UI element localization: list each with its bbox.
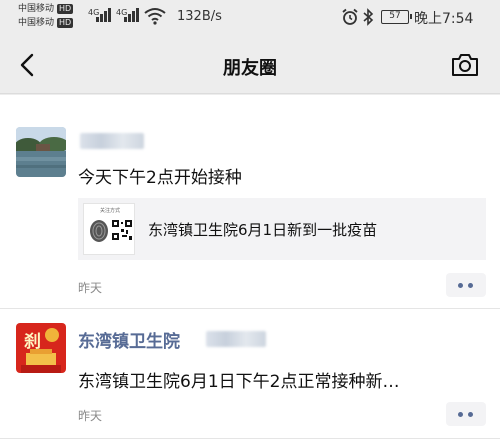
signal-icon	[96, 8, 114, 22]
post-time: 昨天	[78, 281, 103, 295]
avatar[interactable]: 刹	[16, 323, 66, 373]
carrier-1: 中国移动 HD	[18, 4, 74, 15]
share-title: 东湾镇卫生院6月1日新到一批疫苗	[148, 221, 378, 239]
blurred-author-suffix	[206, 331, 266, 347]
hd-badge-1: HD	[57, 4, 74, 14]
more-actions-button[interactable]	[446, 402, 486, 426]
battery-level: 57	[389, 11, 401, 21]
avatar-text: 刹	[24, 332, 41, 352]
share-thumbnail: 关注方式	[83, 203, 135, 255]
alarm-icon	[342, 8, 358, 25]
battery-icon: 57	[381, 10, 412, 24]
avatar[interactable]	[16, 127, 66, 177]
page-title: 朋友圈	[223, 58, 277, 79]
post-divider	[0, 308, 500, 309]
more-actions-button[interactable]	[446, 273, 486, 297]
navigation-bar: 朋友圈	[0, 36, 500, 94]
signal-icon	[124, 8, 142, 22]
carrier-1-label: 中国移动	[18, 4, 55, 14]
post-text: 东湾镇卫生院6月1日下午2点正常接种新…	[78, 372, 400, 392]
wifi-icon	[144, 8, 166, 25]
network-speed: 132B/s	[177, 9, 222, 24]
status-bar: 中国移动 HD 中国移动 HD 4G 4G 132B/s 57 晚上7:54	[0, 0, 500, 36]
fingerprint-icon	[90, 220, 108, 242]
thumb-label: 关注方式	[99, 208, 120, 214]
landscape-avatar-image	[16, 127, 66, 177]
qr-code-icon	[112, 220, 132, 240]
blurred-author-name	[80, 133, 144, 149]
camera-icon[interactable]	[450, 51, 480, 79]
post-divider	[0, 438, 500, 439]
post-author-name[interactable]: 东湾镇卫生院	[78, 327, 180, 352]
carrier-2: 中国移动 HD	[18, 18, 74, 29]
post-text: 今天下午2点开始接种	[78, 168, 242, 188]
post-time: 昨天	[78, 409, 103, 423]
bluetooth-icon	[363, 8, 374, 26]
status-time: 晚上7:54	[414, 11, 474, 27]
carrier-2-label: 中国移动	[18, 18, 55, 28]
shared-article-card[interactable]: 关注方式 东湾镇卫生院6月1日新到一批疫苗	[78, 198, 486, 260]
moments-feed: 今天下午2点开始接种 关注方式 东湾镇卫生院6月1日新到一批疫苗 昨天 刹 东湾…	[0, 95, 500, 446]
hd-badge-2: HD	[57, 18, 74, 28]
